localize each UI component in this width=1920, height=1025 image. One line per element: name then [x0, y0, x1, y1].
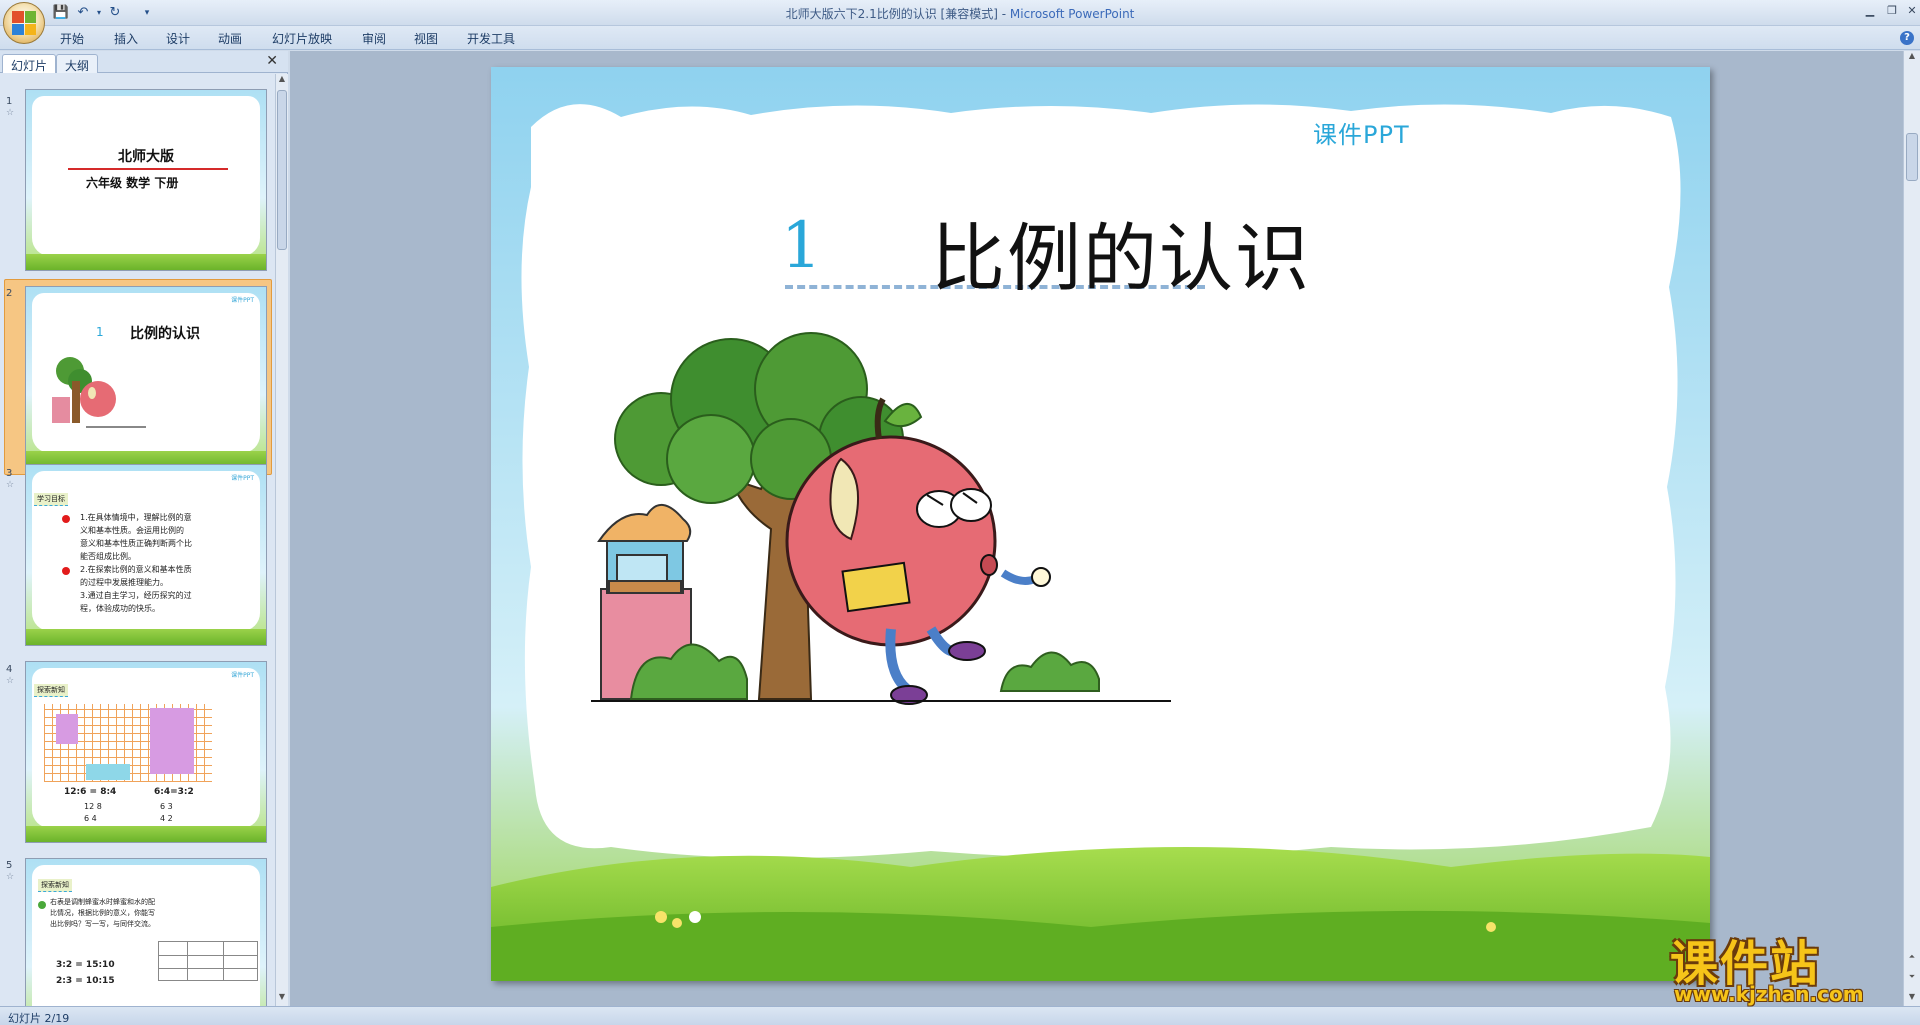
window-title: 北师大版六下2.1比例的认识 [兼容模式] - Microsoft PowerP…	[785, 7, 1135, 21]
tab-view[interactable]: 视图	[414, 30, 438, 47]
fraction-1-bottom: 6 4	[84, 814, 97, 823]
scroll-up-icon[interactable]: ▲	[276, 74, 288, 88]
watermark: 课件站 www.kjzhan.com	[1668, 924, 1904, 1006]
tab-animations[interactable]: 动画	[218, 30, 242, 47]
photo-small	[56, 714, 78, 744]
thumb-number: 3	[6, 468, 13, 479]
pane-close-icon[interactable]: ✕	[266, 53, 278, 69]
help-icon[interactable]: ?	[1900, 31, 1914, 45]
tab-insert[interactable]: 插入	[114, 30, 138, 47]
transition-star-icon: ☆	[6, 872, 15, 882]
equation-2: 2:3 = 10:15	[56, 976, 115, 986]
tab-design[interactable]: 设计	[166, 30, 190, 47]
transition-star-icon: ☆	[6, 480, 15, 490]
tab-slides[interactable]: 幻灯片	[2, 54, 57, 73]
ribbon-tabs: 开始 插入 设计 动画 幻灯片放映 审阅 视图 开发工具 ?	[0, 26, 1920, 50]
tab-outline[interactable]: 大纲	[56, 54, 99, 73]
thumb-title-number: 1	[96, 325, 104, 339]
thumb-logo: 课件PPT	[231, 297, 254, 304]
slide-scrollbar[interactable]: ▲ ⏶ ⏷ ▼	[1903, 51, 1920, 1006]
status-bar: 幻灯片 2/19	[0, 1006, 1920, 1025]
slides-pane: 幻灯片 大纲 ✕ 1 ☆ 北师大版 六年级 数学 下册 2 课件PPT 1 比例…	[0, 51, 288, 1006]
scroll-down-icon[interactable]: ▼	[276, 992, 288, 1006]
thumb-number: 1	[6, 96, 13, 107]
scroll-thumb[interactable]	[277, 90, 287, 250]
equation-2: 6:4=3:2	[154, 787, 194, 797]
photo-large	[150, 708, 194, 774]
thumb-text: 1.在具体情境中，理解比例的意 义和基本性质。会运用比例的 意义和基本性质正确判…	[80, 513, 192, 613]
transition-star-icon: ☆	[6, 108, 15, 118]
thumb-badge: 学习目标	[34, 493, 68, 506]
prev-slide-icon[interactable]: ⏶	[1904, 952, 1920, 966]
thumb-number: 4	[6, 664, 13, 675]
thumb-text: 右表是调制蜂蜜水时蜂蜜和水的配 比情况，根据比例的意义，你能写 出比例吗？写一写…	[50, 898, 155, 928]
thumb-title: 比例的认识	[130, 326, 200, 342]
slide-thumbnail-5[interactable]: 探索新知 右表是调制蜂蜜水时蜂蜜和水的配 比情况，根据比例的意义，你能写 出比例…	[25, 858, 267, 1006]
tab-home[interactable]: 开始	[60, 30, 84, 47]
slide-count: 幻灯片 2/19	[8, 1012, 70, 1025]
scroll-thumb[interactable]	[1906, 133, 1918, 181]
thumbnail-scrollbar[interactable]: ▲ ▼	[275, 74, 288, 1006]
document-name: 北师大版六下2.1比例的认识 [兼容模式]	[785, 7, 998, 21]
thumb-title: 北师大版	[118, 149, 174, 165]
bullet-icon	[62, 567, 70, 575]
slide-title-number: 1	[781, 209, 822, 283]
app-name: Microsoft PowerPoint	[1009, 7, 1135, 21]
slide-thumbnail-3[interactable]: 课件PPT 学习目标 1.在具体情境中，理解比例的意 义和基本性质。会运用比例的…	[25, 464, 267, 646]
close-icon[interactable]: ✕	[1900, 2, 1920, 20]
thumbnail-list: 1 ☆ 北师大版 六年级 数学 下册 2 课件PPT 1 比例的认识 3 ☆ 课…	[0, 74, 273, 1006]
slide-thumbnail-1[interactable]: 北师大版 六年级 数学 下册	[25, 89, 267, 271]
thumb-subtitle: 六年级 数学 下册	[86, 176, 179, 190]
ratio-table	[158, 941, 258, 981]
slide-title: 比例的认识	[931, 216, 1311, 302]
tab-developer[interactable]: 开发工具	[467, 30, 515, 47]
tab-review[interactable]: 审阅	[362, 30, 386, 47]
fraction-2-bottom: 4 2	[160, 814, 173, 823]
thumb-number: 5	[6, 860, 13, 871]
slide-canvas: 课件PPT 1 比例的认识	[290, 51, 1903, 1006]
slide-thumbnail-4[interactable]: 课件PPT 探索新知 12:6 = 8:4 6:4=3:2 12 8 6 4 6…	[25, 661, 267, 843]
office-button[interactable]	[3, 2, 45, 44]
equation-1: 3:2 = 15:10	[56, 960, 115, 970]
thumb-illustration	[52, 357, 146, 428]
thumb-badge: 探索新知	[38, 879, 72, 892]
title-bar: 💾 ↶ ▾ ↻ ▾ 北师大版六下2.1比例的认识 [兼容模式] - Micros…	[0, 0, 1920, 44]
thumb-number: 2	[6, 288, 13, 299]
bullet-icon	[62, 515, 70, 523]
watermark-url: www.kjzhan.com	[1674, 982, 1864, 1006]
apple-character-illustration	[591, 332, 1171, 705]
office-logo-icon	[12, 11, 36, 35]
scroll-down-icon[interactable]: ▼	[1904, 992, 1920, 1006]
thumb-badge: 探索新知	[34, 684, 68, 697]
next-slide-icon[interactable]: ⏷	[1904, 972, 1920, 986]
thumb-logo: 课件PPT	[231, 672, 254, 679]
current-slide[interactable]: 课件PPT 1 比例的认识	[491, 67, 1710, 981]
bullet-icon	[38, 901, 46, 909]
slide-logo: 课件PPT	[1313, 121, 1410, 149]
photo-wide	[86, 764, 130, 780]
equation-1: 12:6 = 8:4	[64, 787, 117, 797]
tab-slideshow[interactable]: 幻灯片放映	[272, 30, 332, 47]
scroll-up-icon[interactable]: ▲	[1904, 51, 1920, 65]
red-divider	[68, 168, 228, 170]
minimize-icon[interactable]: ▁	[1858, 2, 1882, 20]
transition-star-icon: ☆	[6, 676, 15, 686]
slide-thumbnail-2[interactable]: 课件PPT 1 比例的认识	[25, 286, 267, 468]
pane-tabs: 幻灯片 大纲 ✕	[0, 51, 288, 73]
thumb-logo: 课件PPT	[231, 475, 254, 482]
